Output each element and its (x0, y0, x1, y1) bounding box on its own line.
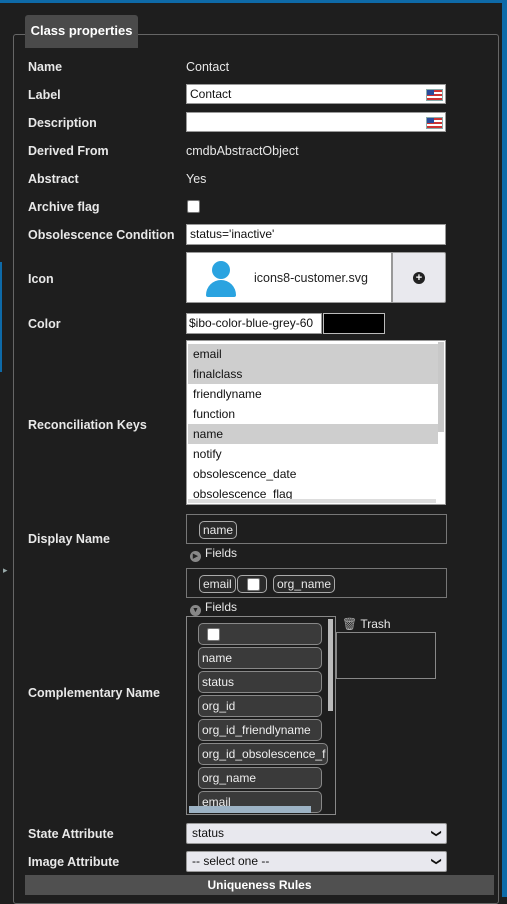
complementary-name-dropzone[interactable]: email org_name (186, 568, 447, 598)
reconciliation-keys-select[interactable]: email finalclass friendlyname function n… (186, 340, 446, 505)
display-name-fields-toggle[interactable]: ▶ Fields (190, 546, 237, 562)
field-item-blank[interactable] (198, 623, 322, 645)
reconciliation-option[interactable]: notify (188, 444, 438, 464)
image-attribute-value: -- select one -- (192, 854, 270, 868)
trash-dropzone[interactable] (336, 632, 436, 679)
left-edge-marker (0, 262, 2, 372)
color-input[interactable]: $ibo-color-blue-grey-60 (186, 313, 322, 334)
fields-list-hscrollbar[interactable] (189, 806, 311, 813)
fields-toggle-label: Fields (205, 546, 238, 560)
complementary-name-fields-toggle[interactable]: ▼ Fields (190, 600, 237, 616)
field-item[interactable]: status (198, 671, 322, 693)
expand-left-arrow-icon[interactable]: ▸ (3, 565, 8, 576)
color-swatch[interactable] (323, 313, 385, 334)
reconciliation-keys-label: Reconciliation Keys (28, 418, 147, 432)
trash-header: 🗑 Trash (342, 617, 391, 631)
icon-filename: icons8-customer.svg (254, 271, 368, 285)
us-flag-icon[interactable] (426, 117, 443, 129)
trash-label-text: Trash (360, 617, 391, 631)
display-name-label: Display Name (28, 532, 110, 546)
label-input[interactable]: Contact (186, 84, 446, 104)
label-label: Label (28, 88, 61, 102)
add-icon-button[interactable]: + (392, 252, 446, 303)
description-label: Description (28, 116, 97, 130)
field-item[interactable]: name (198, 647, 322, 669)
reconciliation-scrollbar[interactable] (438, 342, 444, 432)
field-item[interactable]: org_id_obsolescence_f (198, 743, 328, 765)
uniqueness-rules-header[interactable]: Uniqueness Rules (25, 875, 494, 895)
blank-field-checkbox (207, 628, 220, 641)
image-attribute-select[interactable]: -- select one -- ❯ (186, 851, 447, 872)
display-name-token[interactable]: name (199, 521, 238, 539)
derived-from-label: Derived From (28, 144, 109, 158)
state-attribute-value: status (192, 826, 225, 840)
chevron-down-icon: ❯ (430, 857, 442, 866)
window-top-border (0, 0, 507, 3)
reconciliation-hscrollbar[interactable] (188, 499, 436, 503)
panel-title: Class properties (25, 15, 138, 48)
reconciliation-option[interactable]: finalclass (188, 364, 438, 384)
us-flag-icon[interactable] (426, 89, 443, 101)
window-right-border (502, 3, 507, 897)
blank-field-checkbox (247, 578, 260, 591)
field-item[interactable]: org_id_friendlyname (198, 719, 322, 741)
archive-flag-checkbox[interactable] (187, 200, 200, 213)
field-item[interactable]: org_id (198, 695, 322, 717)
fields-toggle-label: Fields (205, 600, 238, 614)
obsolescence-condition-label: Obsolescence Condition (28, 228, 175, 242)
reconciliation-option[interactable]: function (188, 404, 438, 424)
chevron-down-icon: ❯ (430, 829, 442, 838)
reconciliation-option[interactable]: name (188, 424, 438, 444)
icon-label: Icon (28, 272, 54, 286)
complementary-name-label: Complementary Name (28, 686, 160, 700)
label-input-value: Contact (190, 87, 232, 101)
abstract-value: Yes (186, 172, 207, 186)
complementary-name-token-blank[interactable] (237, 575, 267, 593)
trash-icon: 🗑 (342, 617, 358, 631)
reconciliation-option[interactable]: email (188, 344, 438, 364)
obsolescence-condition-value: status='inactive' (190, 227, 275, 241)
complementary-name-token[interactable]: email (199, 575, 236, 593)
field-item[interactable]: org_name (198, 767, 322, 789)
abstract-label: Abstract (28, 172, 79, 186)
image-attribute-label: Image Attribute (28, 855, 120, 869)
color-label: Color (28, 317, 61, 331)
name-label: Name (28, 60, 63, 74)
reconciliation-option[interactable]: friendlyname (188, 384, 438, 404)
reconciliation-option[interactable]: obsolescence_date (188, 464, 438, 484)
chevron-down-icon: ▼ (190, 605, 201, 616)
obsolescence-condition-input[interactable]: status='inactive' (186, 224, 446, 245)
fields-list-scrollbar[interactable] (328, 619, 333, 711)
chevron-right-icon: ▶ (190, 551, 201, 562)
archive-flag-label: Archive flag (28, 200, 100, 214)
derived-from-value: cmdbAbstractObject (186, 144, 299, 158)
state-attribute-label: State Attribute (28, 827, 114, 841)
plus-circle-icon: + (413, 272, 425, 284)
complementary-name-token[interactable]: org_name (273, 575, 336, 593)
name-value: Contact (186, 60, 230, 74)
state-attribute-select[interactable]: status ❯ (186, 823, 447, 844)
display-name-dropzone[interactable]: name (186, 514, 447, 544)
description-input[interactable] (186, 112, 446, 132)
icon-picker[interactable]: icons8-customer.svg (186, 252, 392, 303)
available-fields-list: name status org_id org_id_friendlyname o… (186, 616, 336, 815)
